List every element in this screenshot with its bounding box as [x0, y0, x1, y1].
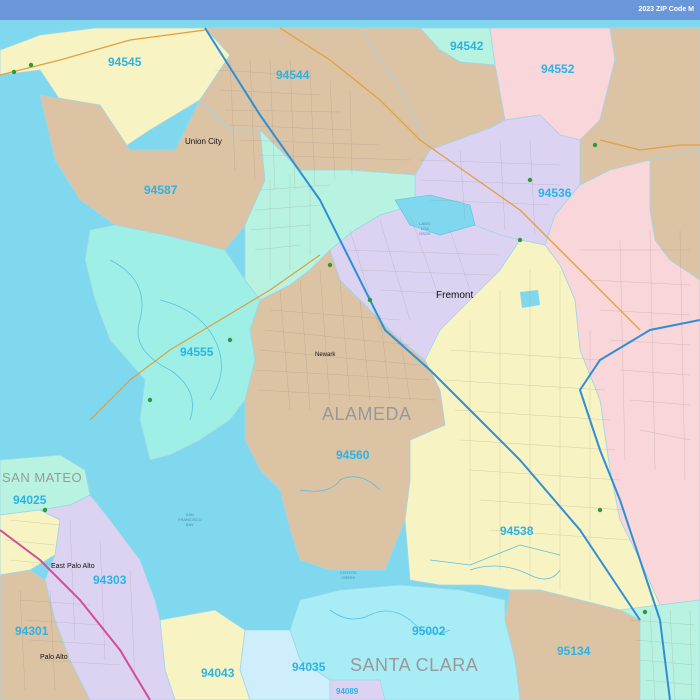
water-label-coyote-creek: COYOTE CREEK	[340, 570, 357, 580]
zip-label-94552: 94552	[541, 62, 575, 76]
city-label-east-palo-alto: East Palo Alto	[51, 563, 95, 570]
county-label-alameda: ALAMEDA	[322, 404, 412, 424]
city-label-union-city: Union City	[185, 137, 222, 146]
zip-label-94301: 94301	[15, 624, 49, 638]
zip-label-94536: 94536	[538, 186, 572, 200]
water-label-sf-bay: SAN FRANCISCO BAY	[178, 512, 202, 527]
zip-label-95134: 95134	[557, 644, 591, 658]
zip-label-94089: 94089	[336, 687, 359, 696]
zip-label-94545: 94545	[108, 55, 142, 69]
water-label-lago-los-osos: LAGO LOS OSOS	[419, 221, 431, 236]
header-bar: 2023 ZIP Code M	[0, 0, 700, 20]
city-label-fremont: Fremont	[436, 290, 474, 301]
zip-label-94544: 94544	[276, 68, 310, 82]
zip-label-94560: 94560	[336, 448, 370, 462]
zip-code-map[interactable]: 2023 ZIP Code M 94545 94544 94542 94552 …	[0, 0, 700, 700]
zip-label-94025: 94025	[13, 493, 47, 507]
water-label-lago-los-osos-text: LAGO LOS OSOS	[419, 221, 431, 236]
zip-label-94555: 94555	[180, 345, 214, 359]
county-label-san-mateo: SAN MATEO	[2, 470, 83, 485]
city-label-palo-alto: Palo Alto	[40, 654, 68, 661]
zip-label-94303: 94303	[93, 573, 127, 587]
zip-label-94538: 94538	[500, 524, 534, 538]
zip-label-94587: 94587	[144, 183, 178, 197]
water-label-coyote-creek-text: COYOTE CREEK	[340, 570, 357, 580]
zip-label-94043: 94043	[201, 666, 235, 680]
county-label-santa-clara: SANTA CLARA	[350, 655, 479, 675]
map-canvas[interactable]	[0, 20, 700, 700]
map-title: 2023 ZIP Code M	[638, 6, 694, 13]
water-label-sf-bay-text: SAN FRANCISCO BAY	[178, 512, 202, 527]
zip-label-94542: 94542	[450, 39, 484, 53]
city-label-newark: Newark	[315, 352, 336, 358]
zip-label-94035: 94035	[292, 660, 326, 674]
zip-label-95002: 95002	[412, 624, 446, 638]
